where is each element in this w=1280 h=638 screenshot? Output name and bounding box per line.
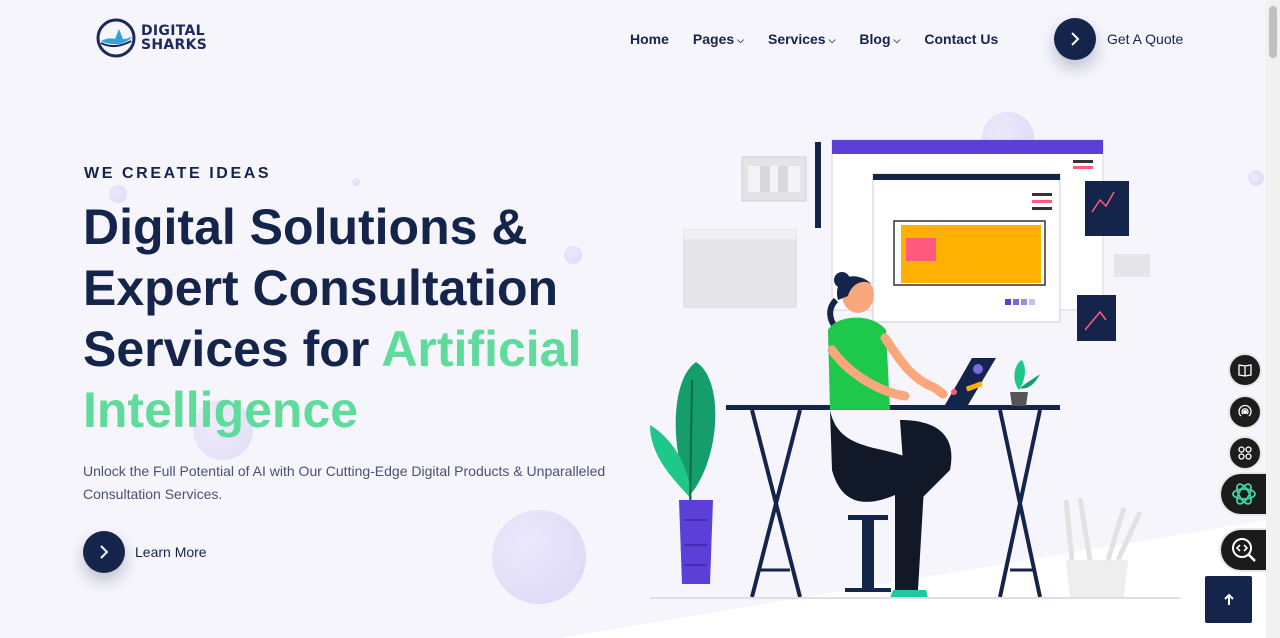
brand-logo[interactable]: DIGITAL SHARKS <box>95 17 207 59</box>
book-icon[interactable] <box>1228 353 1262 387</box>
chevron-right-icon <box>1054 18 1096 60</box>
learn-more-label: Learn More <box>135 544 207 560</box>
chevron-down-icon: ⌵ <box>893 34 901 45</box>
headline-accent-2: Intelligence <box>83 382 359 438</box>
hero-illustration <box>650 139 1180 599</box>
hero-headline: Digital Solutions & Expert Consultation … <box>83 197 643 441</box>
nav-blog[interactable]: Blog ⌵ <box>859 30 900 48</box>
nav-pages-label: Pages <box>692 31 735 47</box>
decor-bubble <box>352 178 360 186</box>
hero-description: Unlock the Full Potential of AI with Our… <box>83 463 606 502</box>
chevron-right-icon <box>83 531 125 573</box>
arrow-up-icon <box>1223 593 1234 605</box>
headline-line-2: Expert Consultation <box>83 260 559 316</box>
shark-logo-icon <box>96 18 136 58</box>
get-quote-button[interactable]: Get A Quote <box>1054 18 1183 60</box>
apps-grid-icon[interactable] <box>1228 436 1262 470</box>
scrollbar-thumb[interactable] <box>1269 6 1277 58</box>
chatgpt-icon[interactable] <box>1219 472 1267 516</box>
decor-bubble <box>492 510 586 604</box>
nav-contact-label: Contact Us <box>924 31 999 47</box>
headline-accent-1: Artificial <box>381 321 582 377</box>
scroll-to-top-button[interactable] <box>1205 576 1252 623</box>
chevron-down-icon: ⌵ <box>828 34 836 45</box>
nav-pages[interactable]: Pages ⌵ <box>693 30 744 48</box>
nav-services[interactable]: Services ⌵ <box>768 30 835 48</box>
nav-home-label: Home <box>630 31 669 47</box>
hero-eyebrow: WE CREATE IDEAS <box>84 165 272 182</box>
chevron-down-icon: ⌵ <box>737 34 744 45</box>
nav-contact[interactable]: Contact Us <box>924 30 998 48</box>
page-scrollbar[interactable] <box>1266 0 1280 638</box>
nav-blog-label: Blog <box>859 31 891 47</box>
brand-name-line1: DIGITAL <box>141 23 205 39</box>
brand-name-line2: SHARKS <box>141 37 208 53</box>
signal-icon[interactable] <box>1228 395 1262 429</box>
learn-more-button[interactable]: Learn More <box>83 531 207 573</box>
get-quote-label: Get A Quote <box>1107 31 1184 47</box>
headline-line-1: Digital Solutions & <box>83 199 528 255</box>
nav-home[interactable]: Home <box>630 30 669 48</box>
main-nav: Home Pages ⌵ Services ⌵ Blog ⌵ Contact Us <box>630 30 1022 48</box>
nav-services-label: Services <box>767 31 826 47</box>
headline-line-3: Services for <box>83 321 382 377</box>
decor-bubble <box>1248 170 1264 186</box>
code-search-icon[interactable] <box>1219 528 1267 572</box>
